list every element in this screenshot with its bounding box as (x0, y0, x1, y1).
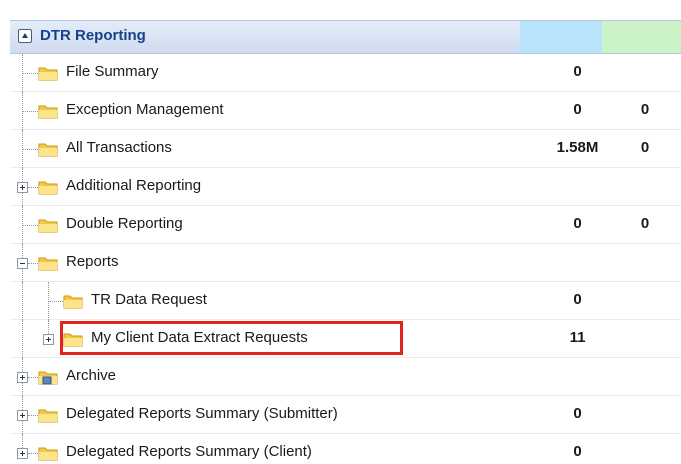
row-label: All Transactions (66, 139, 172, 156)
tree-line (22, 193, 23, 206)
plus-expander-icon[interactable] (17, 372, 28, 383)
plus-expander-icon[interactable] (17, 182, 28, 193)
plus-expander-icon[interactable] (17, 448, 28, 459)
tree-row-additional-reporting[interactable]: Additional Reporting (10, 168, 681, 206)
row-label: Delegated Reports Summary (Submitter) (66, 405, 338, 422)
row-value-count: 0 (573, 405, 582, 422)
tree-line (22, 269, 23, 282)
tree-line (28, 453, 38, 454)
tree-row-exception-management[interactable]: Exception Management 0 0 (10, 92, 681, 130)
row-label: Exception Management (66, 101, 224, 118)
row-label: Additional Reporting (66, 177, 202, 194)
row-label: Archive (66, 367, 117, 384)
row-value-count: 0 (573, 443, 582, 460)
tree-row-double-reporting[interactable]: Double Reporting 0 0 (10, 206, 681, 244)
row-value-secondary: 0 (640, 215, 650, 232)
tree-row-my-client-data-extract-requests[interactable]: My Client Data Extract Requests 11 (10, 320, 681, 358)
folder-icon (38, 408, 58, 423)
tree-line (48, 320, 49, 334)
tree-row-reports[interactable]: Reports (10, 244, 681, 282)
row-value-count: 0 (573, 63, 582, 80)
header-title: DTR Reporting (40, 27, 146, 44)
folder-icon (38, 218, 58, 233)
row-value-count: 1.58M (556, 139, 599, 156)
tree-line (23, 111, 38, 112)
dtr-reporting-tree: DTR Reporting File Summary 0 Exception M… (10, 14, 681, 464)
tree-line (22, 244, 23, 258)
tree-line (28, 187, 38, 188)
minus-expander-icon[interactable] (17, 258, 28, 269)
tree-line (28, 377, 38, 378)
tree-line (22, 434, 23, 448)
tree-line (28, 263, 38, 264)
header-column-blue (520, 21, 602, 53)
row-value-count: 0 (573, 215, 582, 232)
row-value-count: 11 (569, 329, 586, 346)
tree-line (49, 301, 63, 302)
tree-row-archive[interactable]: Archive (10, 358, 681, 396)
folder-icon (38, 66, 58, 81)
folder-icon (38, 256, 58, 271)
row-value-count: 0 (573, 291, 582, 308)
row-label: My Client Data Extract Requests (91, 329, 308, 346)
plus-expander-icon[interactable] (17, 410, 28, 421)
tree-row-file-summary[interactable]: File Summary 0 (10, 54, 681, 92)
folder-icon (38, 180, 58, 195)
tree-line (23, 149, 38, 150)
row-value-count: 0 (573, 101, 582, 118)
tree-line (23, 225, 38, 226)
tree-line (22, 320, 23, 358)
row-label: File Summary (66, 63, 159, 80)
collapse-up-icon[interactable] (18, 29, 32, 43)
folder-icon (63, 332, 83, 347)
tree-row-tr-data-request[interactable]: TR Data Request 0 (10, 282, 681, 320)
row-label: TR Data Request (91, 291, 207, 308)
tree-line (22, 383, 23, 396)
row-label: Double Reporting (66, 215, 183, 232)
row-value-secondary: 0 (640, 139, 650, 156)
tree-header[interactable]: DTR Reporting (10, 20, 681, 54)
folder-icon (38, 446, 58, 461)
row-label: Reports (66, 253, 119, 270)
archive-folder-icon (38, 370, 58, 385)
tree-line (22, 396, 23, 410)
tree-row-delegated-reports-summary-client[interactable]: Delegated Reports Summary (Client) 0 (10, 434, 681, 464)
tree-line (22, 358, 23, 372)
tree-line (22, 421, 23, 434)
plus-expander-icon[interactable] (43, 334, 54, 345)
tree-line (22, 168, 23, 182)
row-label: Delegated Reports Summary (Client) (66, 443, 312, 460)
header-column-green (602, 21, 681, 53)
folder-icon (63, 294, 83, 309)
tree-row-delegated-reports-summary-submitter[interactable]: Delegated Reports Summary (Submitter) 0 (10, 396, 681, 434)
tree-line (22, 282, 23, 320)
folder-icon (38, 104, 58, 119)
row-value-secondary: 0 (640, 101, 650, 118)
folder-icon (38, 142, 58, 157)
tree-line (28, 415, 38, 416)
tree-row-all-transactions[interactable]: All Transactions 1.58M 0 (10, 130, 681, 168)
tree-line (23, 73, 38, 74)
